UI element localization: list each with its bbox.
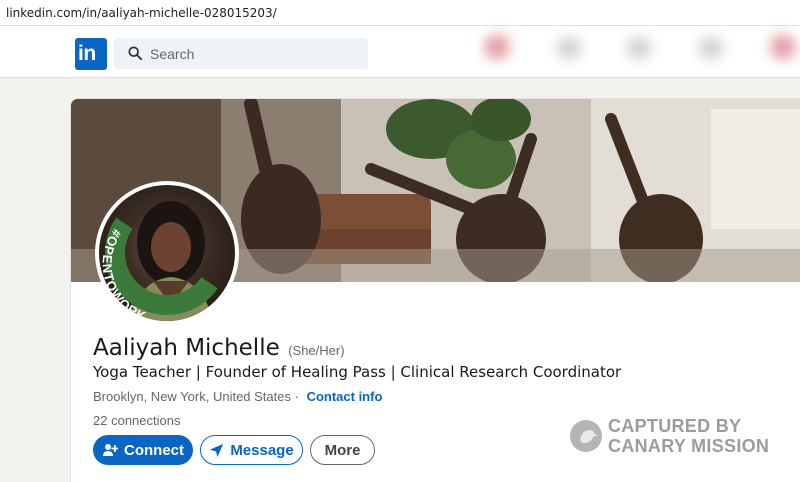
browser-address-bar[interactable]: linkedin.com/in/aaliyah-michelle-0280152… — [0, 0, 800, 26]
nav-icon-jobs[interactable] — [626, 36, 652, 60]
message-button[interactable]: Message — [200, 435, 303, 465]
pronouns: (She/Her) — [288, 343, 345, 358]
canary-bird-icon — [570, 420, 602, 452]
profile-photo[interactable]: #OPENTOWORK — [95, 181, 239, 325]
search-box[interactable] — [114, 38, 368, 69]
profile-name: Aaliyah Michelle — [93, 335, 280, 361]
connections-count[interactable]: 22 connections — [93, 413, 180, 428]
search-icon — [128, 46, 142, 60]
connect-button[interactable]: Connect — [93, 435, 193, 465]
nav-icon-messaging[interactable] — [698, 36, 724, 60]
top-navbar: in — [0, 26, 800, 78]
profile-headline: Yoga Teacher | Founder of Healing Pass |… — [93, 363, 622, 381]
nav-icon-home[interactable] — [484, 34, 510, 60]
open-to-work-photo-frame: #OPENTOWORK — [99, 201, 218, 321]
watermark-line-1: CAPTURED BY — [608, 416, 742, 436]
location-separator: · — [291, 389, 303, 404]
connections-label: connections — [111, 413, 181, 428]
nav-icon-network[interactable] — [556, 36, 582, 60]
send-icon — [210, 443, 224, 457]
linkedin-logo-icon[interactable]: in — [75, 38, 107, 70]
search-input[interactable] — [150, 43, 360, 64]
contact-info-link[interactable]: Contact info — [307, 389, 383, 404]
avatar[interactable]: #OPENTOWORK — [99, 185, 235, 321]
captured-watermark: CAPTURED BY CANARY MISSION — [570, 416, 780, 460]
connections-number: 22 — [93, 413, 108, 428]
blurred-nav-icons — [470, 26, 800, 78]
message-label: Message — [230, 441, 294, 459]
watermark-line-2: CANARY MISSION — [608, 436, 770, 456]
connect-label: Connect — [124, 441, 184, 459]
location-row: Brooklyn, New York, United States · Cont… — [93, 389, 382, 404]
add-person-icon — [103, 444, 118, 456]
profile-location: Brooklyn, New York, United States — [93, 389, 291, 404]
more-button[interactable]: More — [310, 435, 375, 465]
url-text[interactable]: linkedin.com/in/aaliyah-michelle-0280152… — [6, 6, 277, 20]
logo-text: in — [78, 42, 96, 65]
more-label: More — [324, 441, 361, 459]
nav-icon-notifications[interactable] — [770, 34, 796, 60]
name-row: Aaliyah Michelle (She/Her) — [93, 335, 345, 361]
